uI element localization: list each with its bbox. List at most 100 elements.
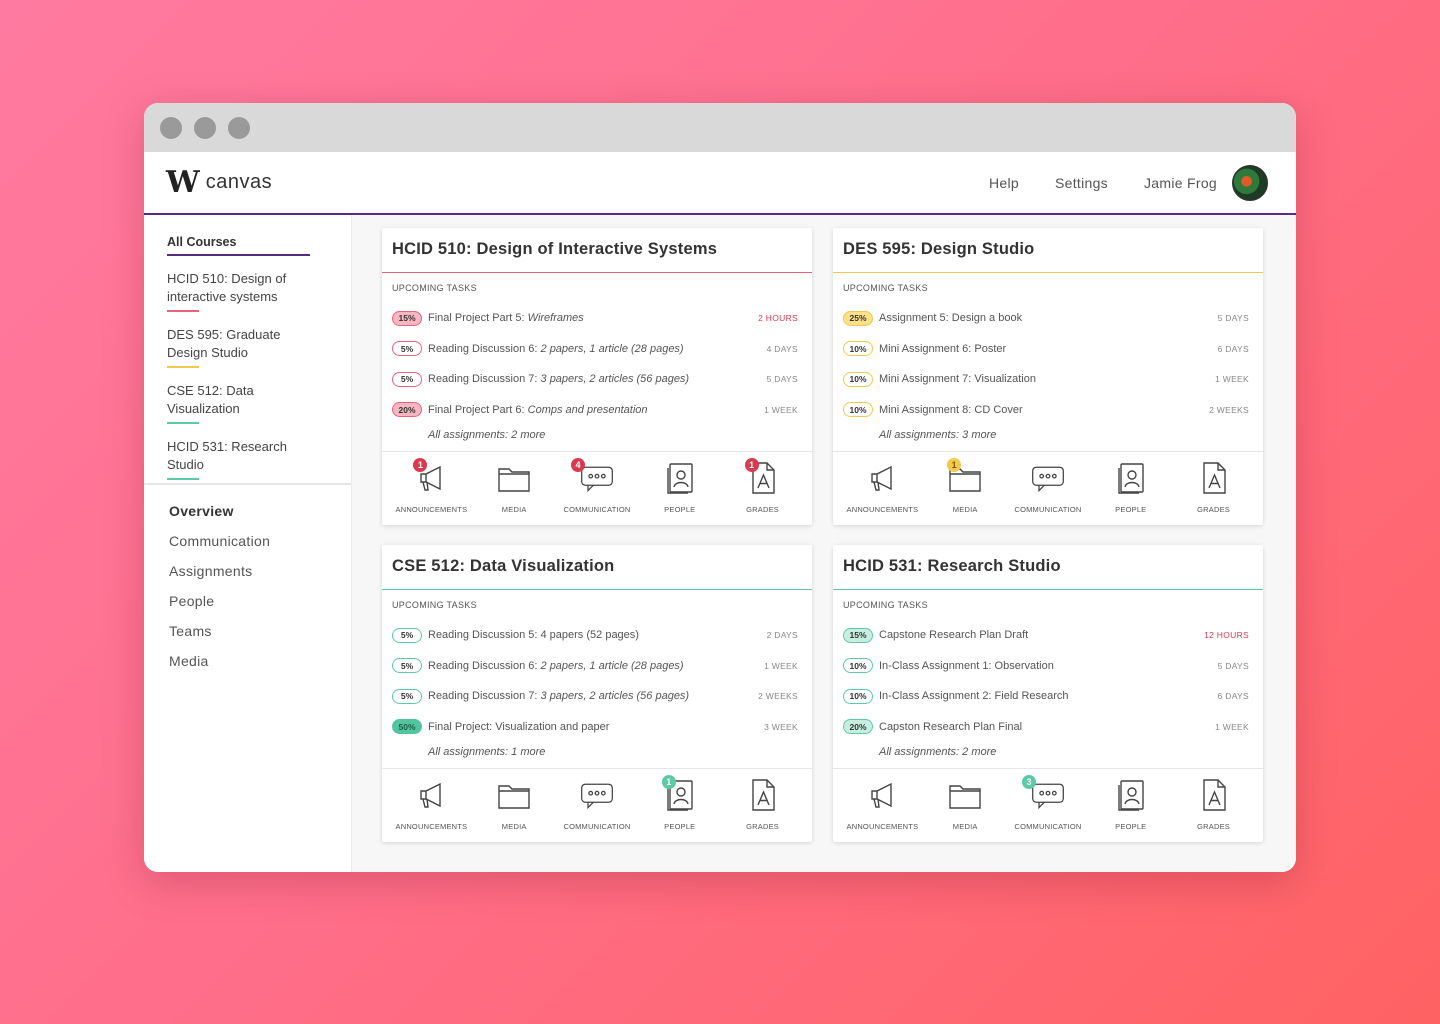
sidebar-nav: Overview Communication Assignments People Te…	[144, 485, 351, 683]
task-weight-badge: 10%	[843, 688, 873, 704]
task-detail: 2 papers, 1 article (28 pages)	[540, 659, 684, 672]
help-link[interactable]: Help	[989, 175, 1019, 191]
grades-shortcut[interactable]: GRADES	[1174, 777, 1254, 831]
communication-shortcut[interactable]: COMMUNICATION	[557, 777, 637, 831]
task-row[interactable]: 10% In-Class Assignment 2: Field Research…	[843, 681, 1249, 712]
task-detail: 3 papers, 2 articles (56 pages)	[540, 690, 690, 703]
sidebar-nav-communication[interactable]: Communication	[169, 533, 351, 563]
grades-icon	[745, 777, 781, 818]
sidebar-nav-people[interactable]: People	[169, 593, 351, 623]
grades-label: GRADES	[746, 505, 780, 514]
window-minimize-dot[interactable]	[194, 116, 216, 139]
course-color-bar	[167, 366, 199, 368]
logo[interactable]: W canvas	[166, 165, 272, 200]
task-row[interactable]: 10% Mini Assignment 6: Poster 6 DAYS	[843, 334, 1249, 365]
logo-text: canvas	[205, 171, 273, 193]
task-weight-badge: 5%	[392, 627, 422, 643]
announcements-shortcut[interactable]: ANNOUNCEMENTS	[391, 777, 471, 831]
media-label: MEDIA	[952, 505, 978, 514]
task-row[interactable]: 10% Mini Assignment 8: CD Cover 2 WEEKS	[843, 395, 1249, 426]
upcoming-tasks: UPCOMING TASKS 5% Reading Discussion 5: 4 …	[382, 590, 812, 769]
sidebar-course-item[interactable]: CSE 512: Data Visualization	[167, 382, 307, 424]
announcements-shortcut[interactable]: ANNOUNCEMENTS	[842, 777, 922, 831]
task-row[interactable]: 10% In-Class Assignment 1: Observation 5 D…	[843, 651, 1249, 682]
notification-badge: 4	[570, 458, 585, 472]
people-shortcut[interactable]: PEOPLE	[1091, 460, 1171, 514]
task-row[interactable]: 20% Final Project Part 6: Comps and prese…	[392, 395, 798, 426]
people-shortcut[interactable]: PEOPLE	[640, 460, 720, 514]
user-name-link[interactable]: Jamie Frog	[1144, 175, 1217, 191]
sidebar-course-label: HCID 531: Research Studio	[167, 439, 287, 472]
sidebar-nav-teams[interactable]: Teams	[169, 623, 351, 653]
announcements-icon	[864, 777, 900, 818]
task-name: In-Class Assignment 1: Observation	[879, 659, 1054, 672]
window-titlebar	[144, 103, 1296, 152]
notification-badge: 1	[744, 458, 759, 472]
people-shortcut[interactable]: PEOPLE	[1091, 777, 1171, 831]
announcements-shortcut[interactable]: ANNOUNCEMENTS	[842, 460, 922, 514]
notification-badge: 1	[661, 775, 676, 789]
sidebar-course-item[interactable]: HCID 510: Design of interactive systems	[167, 270, 307, 312]
task-row[interactable]: 15% Final Project Part 5: Wireframes 2 HOU…	[392, 303, 798, 334]
communication-shortcut[interactable]: COMMUNICATION 3	[1008, 775, 1088, 831]
communication-label: COMMUNICATION	[563, 822, 631, 831]
upcoming-tasks: UPCOMING TASKS 15% Final Project Part 5: W…	[382, 273, 812, 452]
sidebar-course-item[interactable]: HCID 531: Research Studio	[167, 438, 307, 480]
sidebar-nav-assignments[interactable]: Assignments	[169, 563, 351, 593]
grades-shortcut[interactable]: GRADES 1	[723, 458, 803, 514]
task-row[interactable]: 5% Reading Discussion 6: 2 papers, 1 arti…	[392, 334, 798, 365]
all-assignments-link[interactable]: All assignments: 2 more	[843, 746, 1249, 758]
task-name: In-Class Assignment 2: Field Research	[879, 690, 1069, 703]
settings-link[interactable]: Settings	[1055, 175, 1108, 191]
task-row[interactable]: 5% Reading Discussion 7: 3 papers, 2 arti…	[392, 364, 798, 395]
communication-shortcut[interactable]: COMMUNICATION 4	[557, 458, 637, 514]
task-row[interactable]: 5% Reading Discussion 5: 4 papers (52 pag…	[392, 620, 798, 651]
communication-shortcut[interactable]: COMMUNICATION	[1008, 460, 1088, 514]
media-shortcut[interactable]: MEDIA	[474, 777, 554, 831]
grades-shortcut[interactable]: GRADES	[1174, 460, 1254, 514]
task-weight-badge: 10%	[843, 341, 873, 357]
announcements-label: ANNOUNCEMENTS	[846, 822, 919, 831]
people-shortcut[interactable]: PEOPLE 1	[640, 775, 720, 831]
media-icon	[496, 460, 532, 501]
task-row[interactable]: 20% Capston Research Plan Final 1 WEEK	[843, 712, 1249, 743]
all-assignments-link[interactable]: All assignments: 1 more	[392, 746, 798, 758]
grades-shortcut[interactable]: GRADES	[723, 777, 803, 831]
all-assignments-link[interactable]: All assignments: 3 more	[843, 429, 1249, 441]
all-courses-link[interactable]: All Courses	[167, 235, 310, 256]
course-card-title[interactable]: DES 595: Design Studio	[833, 228, 1263, 273]
window-maximize-dot[interactable]	[228, 116, 250, 139]
task-row[interactable]: 50% Final Project: Visualization and pape…	[392, 712, 798, 743]
task-due: 6 DAYS	[1217, 343, 1249, 354]
all-assignments-link[interactable]: All assignments: 2 more	[392, 429, 798, 441]
course-color-bar	[167, 310, 199, 312]
media-shortcut[interactable]: MEDIA	[925, 777, 1005, 831]
task-due: 2 DAYS	[766, 630, 798, 641]
task-name: Reading Discussion 7: 3 papers, 2 articl…	[428, 373, 690, 386]
media-shortcut[interactable]: MEDIA 1	[925, 458, 1005, 514]
task-row[interactable]: 5% Reading Discussion 7: 3 papers, 2 arti…	[392, 681, 798, 712]
announcements-icon	[413, 777, 449, 818]
task-due: 2 WEEKS	[1209, 404, 1249, 415]
sidebar-nav-media[interactable]: Media	[169, 653, 351, 683]
people-label: PEOPLE	[664, 505, 696, 514]
task-due: 1 WEEK	[1215, 374, 1249, 385]
task-row[interactable]: 5% Reading Discussion 6: 2 papers, 1 arti…	[392, 651, 798, 682]
sidebar-course-item[interactable]: DES 595: Graduate Design Studio	[167, 326, 307, 368]
window-close-dot[interactable]	[160, 116, 182, 139]
course-card-title[interactable]: CSE 512: Data Visualization	[382, 545, 812, 590]
grades-label: GRADES	[746, 822, 780, 831]
app-header: W canvas Help Settings Jamie Frog	[144, 152, 1296, 215]
people-icon	[1113, 777, 1149, 818]
course-card-title[interactable]: HCID 510: Design of Interactive Systems	[382, 228, 812, 273]
sidebar-nav-overview[interactable]: Overview	[169, 503, 351, 533]
course-card-title[interactable]: HCID 531: Research Studio	[833, 545, 1263, 590]
task-row[interactable]: 15% Capstone Research Plan Draft 12 HOURS	[843, 620, 1249, 651]
task-row[interactable]: 25% Assignment 5: Design a book 5 DAYS	[843, 303, 1249, 334]
avatar[interactable]	[1232, 164, 1268, 201]
media-shortcut[interactable]: MEDIA	[474, 460, 554, 514]
task-due: 3 WEEK	[764, 721, 798, 732]
announcements-shortcut[interactable]: ANNOUNCEMENTS 1	[391, 458, 471, 514]
logo-mark: W	[166, 165, 200, 200]
task-row[interactable]: 10% Mini Assignment 7: Visualization 1 WEE…	[843, 364, 1249, 395]
